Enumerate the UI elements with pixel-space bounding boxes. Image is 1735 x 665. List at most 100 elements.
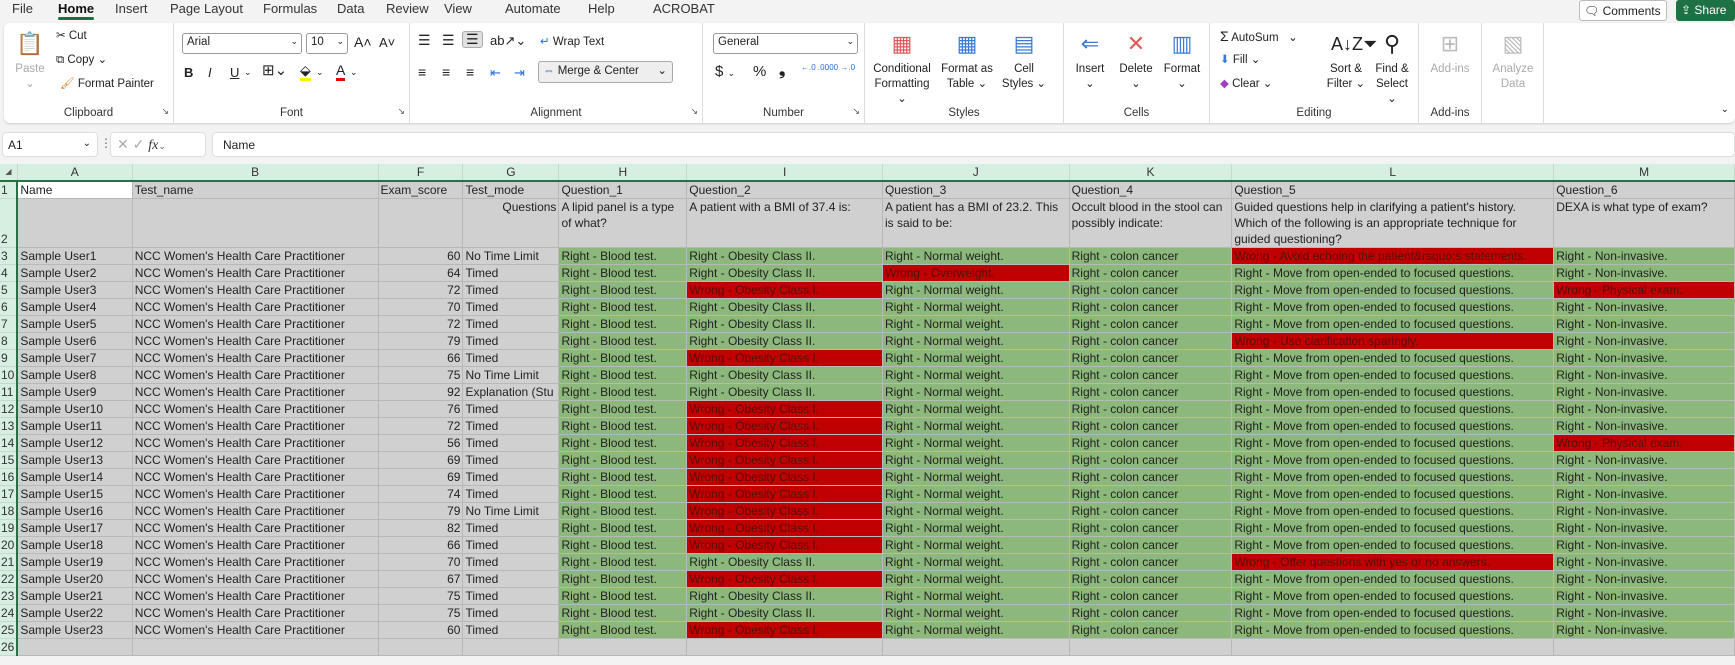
exam-score-cell[interactable]: 75 xyxy=(378,604,464,622)
fill-color-dropdown-icon[interactable]: ⌄ xyxy=(316,65,324,80)
row-header[interactable]: 22 xyxy=(0,570,19,588)
tab-home[interactable]: Home xyxy=(58,1,95,20)
answer-cell[interactable]: Right - Non-invasive. xyxy=(1553,315,1735,333)
answer-cell[interactable]: Right - colon cancer xyxy=(1069,468,1233,486)
answer-cell[interactable]: Right - Blood test. xyxy=(558,383,688,401)
test-name-cell[interactable]: NCC Women's Health Care Practitioner xyxy=(132,536,379,554)
answer-cell[interactable]: Right - Non-invasive. xyxy=(1553,519,1735,537)
answer-cell[interactable]: Wrong - Use clarification sparingly. xyxy=(1231,332,1555,350)
font-size-select[interactable]: 10 ⌄ xyxy=(306,33,348,54)
exam-score-cell[interactable]: 79 xyxy=(378,332,464,350)
answer-cell[interactable]: Right - Obesity Class II. xyxy=(686,587,883,605)
name-cell[interactable]: Sample User21 xyxy=(17,587,133,605)
cut-button[interactable]: ✂ Cut xyxy=(56,29,87,44)
answer-cell[interactable]: Right - Move from open-ended to focused … xyxy=(1231,468,1555,486)
currency-button[interactable]: $ ⌄ xyxy=(715,64,735,81)
answer-cell[interactable]: Wrong - Obesity Class I. xyxy=(686,519,883,537)
answer-cell[interactable]: Right - Non-invasive. xyxy=(1553,349,1735,367)
insert-function-button[interactable]: fx xyxy=(148,138,158,153)
test-mode-cell[interactable]: Timed xyxy=(462,587,560,605)
test-mode-cell[interactable]: Timed xyxy=(462,349,560,367)
test-mode-cell[interactable]: Explanation (Stu xyxy=(462,383,560,401)
row-header[interactable]: 18 xyxy=(0,502,19,520)
answer-cell[interactable]: Right - Obesity Class II. xyxy=(686,315,883,333)
decrease-font-icon[interactable]: A˅ xyxy=(379,35,395,50)
row-header[interactable]: 8 xyxy=(0,332,19,350)
empty-cell[interactable] xyxy=(132,198,379,248)
exam-score-cell[interactable]: 82 xyxy=(378,519,464,537)
column-header-K[interactable]: K xyxy=(1069,164,1233,182)
row-header[interactable]: 9 xyxy=(0,349,19,367)
row-header[interactable]: 19 xyxy=(0,519,19,537)
format-painter-button[interactable]: 🖌 Format Painter xyxy=(60,77,154,92)
answer-cell[interactable]: Wrong - Obesity Class I. xyxy=(686,451,883,469)
align-top-icon[interactable]: ☰ xyxy=(418,33,431,48)
row-header[interactable]: 24 xyxy=(0,604,19,622)
test-mode-cell[interactable]: Timed xyxy=(462,570,560,588)
answer-cell[interactable]: Right - Blood test. xyxy=(558,468,688,486)
answer-cell[interactable]: Right - Normal weight. xyxy=(882,485,1070,503)
exam-score-cell[interactable]: 74 xyxy=(378,485,464,503)
test-mode-cell[interactable]: Timed xyxy=(462,451,560,469)
answer-cell[interactable]: Right - Non-invasive. xyxy=(1553,400,1735,418)
answer-cell[interactable]: Right - Blood test. xyxy=(558,366,688,384)
test-mode-cell[interactable]: Timed xyxy=(462,298,560,316)
answer-cell[interactable]: Right - Normal weight. xyxy=(882,383,1070,401)
answer-cell[interactable]: Right - Normal weight. xyxy=(882,519,1070,537)
test-name-cell[interactable]: NCC Women's Health Care Practitioner xyxy=(132,621,379,639)
answer-cell[interactable]: Right - colon cancer xyxy=(1069,570,1233,588)
addins-button[interactable]: ⊞ Add-ins xyxy=(1423,29,1477,77)
answer-cell[interactable]: Right - Non-invasive. xyxy=(1553,587,1735,605)
test-mode-cell[interactable]: Timed xyxy=(462,264,560,282)
answer-cell[interactable]: Wrong - Obesity Class I. xyxy=(686,281,883,299)
answer-cell[interactable]: Right - Blood test. xyxy=(558,519,688,537)
exam-score-cell[interactable]: 70 xyxy=(378,298,464,316)
row-header[interactable]: 4 xyxy=(0,264,19,282)
empty-cell[interactable] xyxy=(882,638,1070,656)
answer-cell[interactable]: Right - colon cancer xyxy=(1069,587,1233,605)
font-color-icon[interactable]: A xyxy=(336,63,346,81)
exam-score-cell[interactable]: 64 xyxy=(378,264,464,282)
answer-cell[interactable]: Right - Non-invasive. xyxy=(1553,553,1735,571)
row-header[interactable]: 26 xyxy=(0,638,19,656)
test-mode-cell[interactable]: Timed xyxy=(462,315,560,333)
row-header[interactable]: 2 xyxy=(0,198,19,248)
answer-cell[interactable]: Right - Move from open-ended to focused … xyxy=(1231,570,1555,588)
test-name-cell[interactable]: NCC Women's Health Care Practitioner xyxy=(132,383,379,401)
answer-cell[interactable]: Right - Blood test. xyxy=(558,281,688,299)
header-cell[interactable]: Question_4 xyxy=(1069,181,1233,199)
name-cell[interactable]: Sample User22 xyxy=(17,604,133,622)
answer-cell[interactable]: Right - Move from open-ended to focused … xyxy=(1231,315,1555,333)
name-box[interactable]: A1 ⌄ xyxy=(2,132,98,157)
answer-cell[interactable]: Right - Obesity Class II. xyxy=(686,553,883,571)
answer-cell[interactable]: Wrong - Overweight. xyxy=(882,264,1070,282)
fill-button[interactable]: ⬇ Fill ⌄ xyxy=(1220,53,1260,68)
answer-cell[interactable]: Right - Normal weight. xyxy=(882,315,1070,333)
answer-cell[interactable]: Right - Normal weight. xyxy=(882,553,1070,571)
test-mode-cell[interactable]: Timed xyxy=(462,485,560,503)
borders-icon[interactable]: ⊞⌄ xyxy=(262,63,287,78)
answer-cell[interactable]: Right - colon cancer xyxy=(1069,434,1233,452)
underline-dropdown-icon[interactable]: ⌄ xyxy=(244,65,252,80)
answer-cell[interactable]: Right - Normal weight. xyxy=(882,536,1070,554)
align-right-icon[interactable]: ≡ xyxy=(466,65,474,80)
answer-cell[interactable]: Right - colon cancer xyxy=(1069,604,1233,622)
answer-cell[interactable]: Right - Obesity Class II. xyxy=(686,298,883,316)
name-cell[interactable]: Sample User11 xyxy=(17,417,133,435)
answer-cell[interactable]: Right - Normal weight. xyxy=(882,451,1070,469)
answer-cell[interactable]: Right - Normal weight. xyxy=(882,587,1070,605)
name-cell[interactable]: Sample User14 xyxy=(17,468,133,486)
answer-cell[interactable]: Wrong - Obesity Class I. xyxy=(686,621,883,639)
empty-cell[interactable] xyxy=(686,638,883,656)
empty-cell[interactable] xyxy=(378,638,464,656)
question-text-cell[interactable]: Guided questions help in clarifying a pa… xyxy=(1231,198,1555,248)
paste-button[interactable]: 📋 Paste ⌄ xyxy=(12,29,48,92)
answer-cell[interactable]: Right - Non-invasive. xyxy=(1553,247,1735,265)
row-header[interactable]: 20 xyxy=(0,536,19,554)
header-cell[interactable]: Question_1 xyxy=(558,181,688,199)
test-name-cell[interactable]: NCC Women's Health Care Practitioner xyxy=(132,502,379,520)
answer-cell[interactable]: Right - Non-invasive. xyxy=(1553,604,1735,622)
dialog-launcher-icon[interactable]: ↘ xyxy=(852,106,860,117)
test-name-cell[interactable]: NCC Women's Health Care Practitioner xyxy=(132,315,379,333)
column-header-J[interactable]: J xyxy=(882,164,1070,182)
